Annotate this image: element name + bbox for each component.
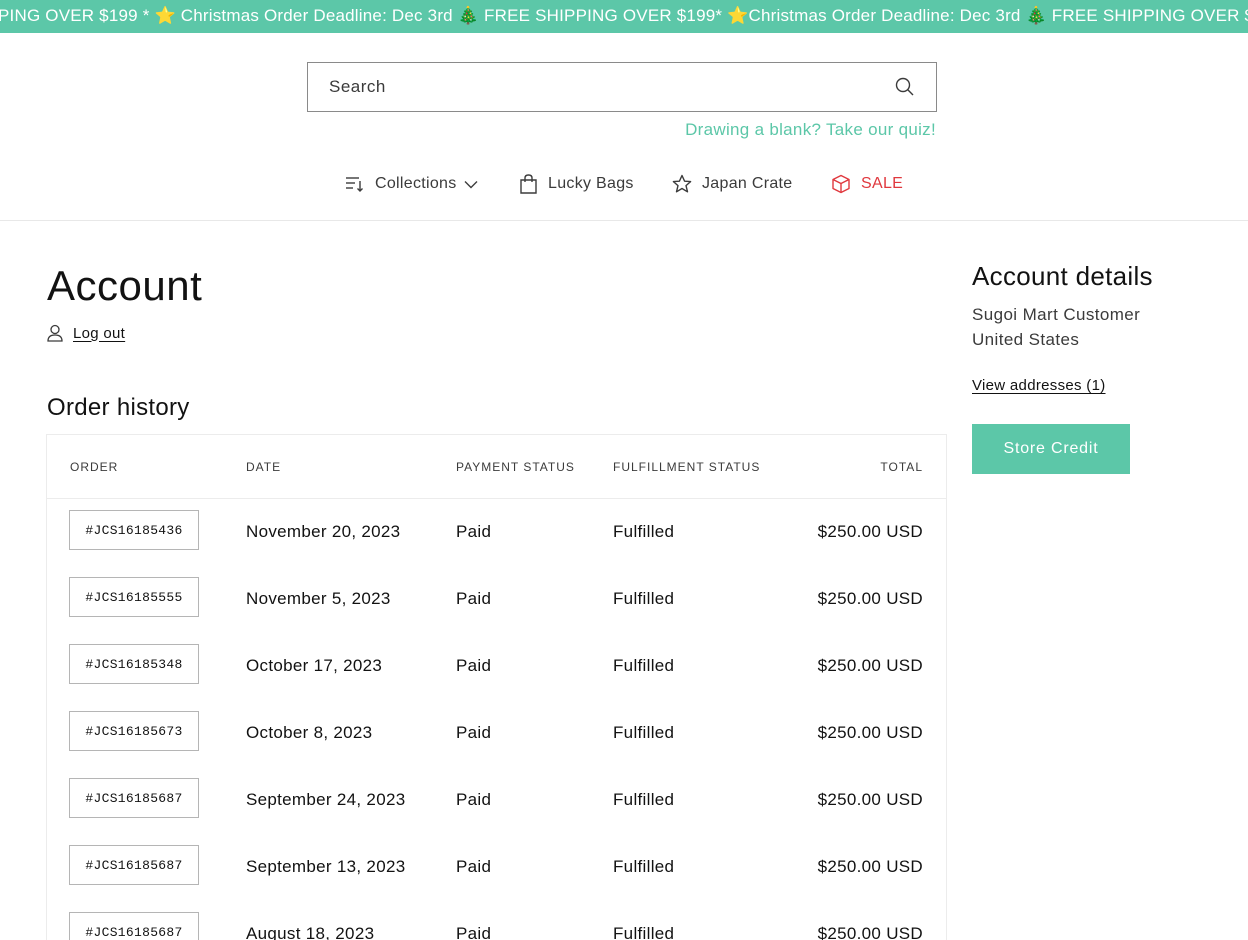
order-date: November 20, 2023 [246,522,401,541]
customer-country: United States [972,330,1080,349]
user-icon [47,324,63,342]
column-header-fulfillment-status: FULFILLMENT STATUS [613,460,761,474]
column-header-total: TOTAL [880,460,923,474]
column-header-payment-status: PAYMENT STATUS [456,460,575,474]
table-row: #JCS16185436 November 20, 2023 Paid Fulfill… [47,500,946,567]
logout-link[interactable]: Log out [73,325,125,342]
order-total: $250.00 USD [817,656,923,675]
order-total: $250.00 USD [817,924,923,940]
table-row: #JCS16185687 August 18, 2023 Paid Fulfilled… [47,902,946,940]
column-header-date: DATE [246,460,282,474]
fulfillment-status: Fulfilled [613,656,675,675]
page-title: Account [47,262,203,309]
fulfillment-status: Fulfilled [613,589,675,608]
column-header-order: ORDER [70,460,119,474]
nav-japan-crate[interactable]: Japan Crate [672,172,792,196]
nav-lucky-bags-label: Lucky Bags [548,175,634,192]
payment-status: Paid [456,857,492,876]
customer-name: Sugoi Mart Customer [972,305,1141,324]
fulfillment-status: Fulfilled [613,723,675,742]
table-row: #JCS16185673 October 8, 2023 Paid Fulfilled… [47,701,946,768]
view-addresses-link[interactable]: View addresses (1) [972,377,1106,394]
store-credit-button[interactable]: Store Credit [972,424,1130,474]
search-icon[interactable] [894,76,916,98]
fulfillment-status: Fulfilled [613,790,675,809]
nav-japan-crate-label: Japan Crate [702,175,793,192]
order-total: $250.00 USD [817,857,923,876]
chevron-down-icon [464,180,478,188]
fulfillment-status: Fulfilled [613,924,675,940]
payment-status: Paid [456,723,492,742]
order-date: October 17, 2023 [246,656,383,675]
order-date: September 13, 2023 [246,857,406,876]
order-total: $250.00 USD [817,589,923,608]
nav-collections[interactable]: Collections [345,172,478,196]
order-number-button[interactable]: #JCS16185555 [69,577,199,617]
payment-status: Paid [456,589,492,608]
filter-list-icon [346,177,363,192]
nav-lucky-bags[interactable]: Lucky Bags [519,172,634,196]
payment-status: Paid [456,522,492,541]
order-number-button[interactable]: #JCS16185436 [69,510,199,550]
order-history-title: Order history [47,394,190,421]
fulfillment-status: Fulfilled [613,522,675,541]
search-box[interactable] [307,62,937,112]
shopping-bag-icon [520,174,537,194]
table-row: #JCS16185348 October 17, 2023 Paid Fulfille… [47,634,946,701]
payment-status: Paid [456,924,492,940]
order-history-table: ORDER DATE PAYMENT STATUS FULFILLMENT ST… [46,434,947,940]
search-input[interactable] [329,63,889,111]
nav-sale-label: SALE [861,175,904,192]
table-row: #JCS16185687 September 24, 2023 Paid Fulfil… [47,768,946,835]
nav-sale[interactable]: SALE [831,172,903,196]
order-number-button[interactable]: #JCS16185348 [69,644,199,684]
order-total: $250.00 USD [817,522,923,541]
logout-link-group[interactable]: Log out [47,324,125,342]
table-row: #JCS16185687 September 13, 2023 Paid Fulfil… [47,835,946,902]
fulfillment-status: Fulfilled [613,857,675,876]
order-number-button[interactable]: #JCS16185687 [69,778,199,818]
account-details-title: Account details [972,261,1153,291]
box-icon [832,174,850,194]
order-number-button[interactable]: #JCS16185673 [69,711,199,751]
order-number-button[interactable]: #JCS16185687 [69,912,199,940]
payment-status: Paid [456,790,492,809]
order-total: $250.00 USD [817,790,923,809]
payment-status: Paid [456,656,492,675]
nav-collections-label: Collections [375,175,457,192]
order-date: October 8, 2023 [246,723,373,742]
order-total: $250.00 USD [817,723,923,742]
order-date: September 24, 2023 [246,790,406,809]
table-row: #JCS16185555 November 5, 2023 Paid Fulfille… [47,567,946,634]
announcement-text: PING OVER $199 * ⭐ Christmas Order Deadl… [0,6,1248,25]
quiz-link[interactable]: Drawing a blank? Take our quiz! [685,120,936,140]
order-date: November 5, 2023 [246,589,391,608]
table-header: ORDER DATE PAYMENT STATUS FULFILLMENT ST… [47,435,946,499]
header-divider [0,220,1248,221]
order-number-button[interactable]: #JCS16185687 [69,845,199,885]
star-icon [672,174,692,193]
announcement-bar: PING OVER $199 * ⭐ Christmas Order Deadl… [0,0,1248,33]
order-date: August 18, 2023 [246,924,375,940]
